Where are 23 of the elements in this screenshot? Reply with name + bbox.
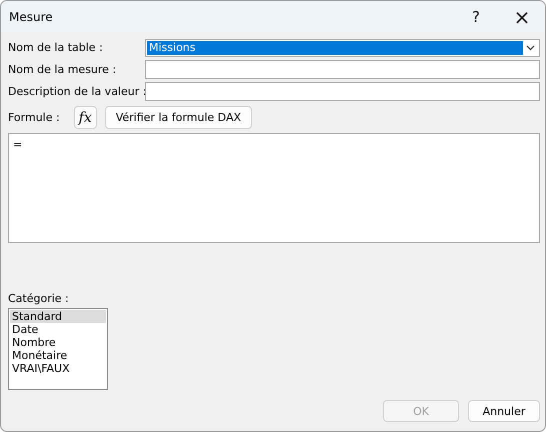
text-field[interactable] [145,82,540,101]
window-title: Mesure [9,10,54,24]
list-item[interactable]: Date [10,323,106,336]
formula-label: Formule : [8,111,60,124]
formula-field[interactable]: = [8,133,540,243]
field-label: Nom de la table : [8,41,104,54]
list-item[interactable]: VRAI\FAUX [10,362,106,375]
dropdown-value: Missions [147,40,523,54]
help-button[interactable]: ? [453,1,499,32]
text-field[interactable] [145,60,540,79]
table-dropdown[interactable]: Missions [145,38,540,56]
list-item[interactable]: Nombre [10,336,106,349]
field-label: Description de la valeur : [8,85,145,98]
function-button[interactable]: fx [74,106,97,129]
category-label: Catégorie : [8,292,70,305]
chevron-down-icon [526,44,535,50]
close-button[interactable]: × [499,1,545,32]
list-item[interactable]: Monétaire [10,349,106,362]
list-item[interactable]: Standard [10,310,106,323]
check-formula-button[interactable]: Vérifier la formule DAX [104,106,252,129]
cancel-button[interactable]: Annuler [468,400,540,422]
field-label: Nom de la mesure : [8,63,118,76]
category-list[interactable]: Standard Date Nombre Monétaire VRAI\FAUX [8,308,108,390]
